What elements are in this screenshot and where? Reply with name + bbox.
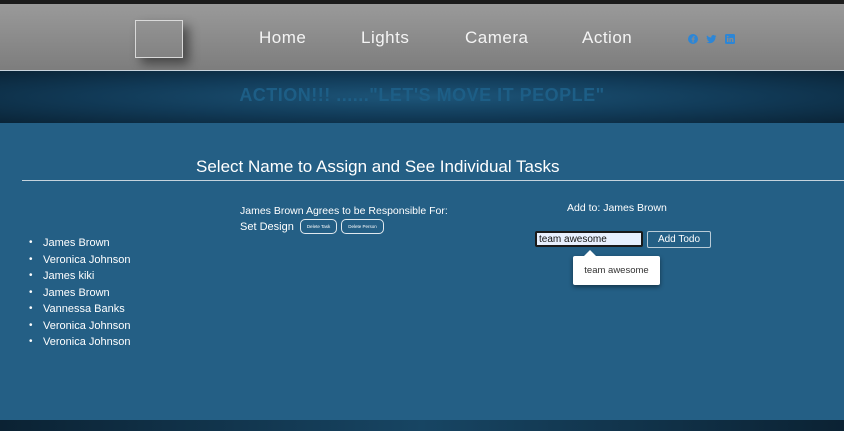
twitter-icon[interactable] (706, 34, 717, 44)
main-panel: Select Name to Assign and See Individual… (0, 123, 844, 420)
person-item[interactable]: Vannessa Banks (25, 301, 130, 318)
facebook-icon[interactable] (688, 34, 698, 44)
footer-bar (0, 420, 844, 431)
add-to-label: Add to: James Brown (567, 202, 667, 214)
hero-banner: ACTION!!! ......"LET'S MOVE IT PEOPLE" (0, 70, 844, 123)
todo-input[interactable] (535, 231, 643, 247)
person-item[interactable]: James kiki (25, 268, 130, 285)
task-name: Set Design (240, 220, 294, 233)
add-todo-button[interactable]: Add Todo (647, 231, 711, 248)
delete-task-button[interactable]: Delete Task (299, 219, 338, 234)
section-title: Select Name to Assign and See Individual… (196, 157, 560, 176)
person-item[interactable]: Veronica Johnson (25, 318, 130, 335)
person-item[interactable]: Veronica Johnson (25, 252, 130, 269)
nav-camera-link[interactable]: Camera (465, 28, 528, 48)
nav-home-link[interactable]: Home (259, 28, 306, 48)
hero-title: ACTION!!! ......"LET'S MOVE IT PEOPLE" (239, 85, 605, 105)
top-nav: Home Lights Camera Action (0, 0, 844, 70)
linkedin-icon[interactable] (725, 34, 735, 44)
nav-action-link[interactable]: Action (582, 28, 632, 48)
logo-placeholder[interactable] (135, 20, 183, 58)
person-item[interactable]: James Brown (25, 235, 130, 252)
people-list: James Brown Veronica Johnson James kiki … (25, 235, 130, 351)
task-row: Set Design Delete Task Delete Person (240, 219, 384, 234)
delete-person-button[interactable]: Delete Person (341, 219, 384, 234)
person-item[interactable]: Veronica Johnson (25, 334, 130, 351)
person-item[interactable]: James Brown (25, 285, 130, 302)
autocomplete-suggestion[interactable]: team awesome (573, 250, 660, 285)
responsibility-label: James Brown Agrees to be Responsible For… (240, 205, 448, 217)
page: Home Lights Camera Action ACTION!!! ....… (0, 0, 844, 431)
social-links (688, 34, 735, 44)
nav-lights-link[interactable]: Lights (361, 28, 409, 48)
section-divider (22, 180, 844, 181)
